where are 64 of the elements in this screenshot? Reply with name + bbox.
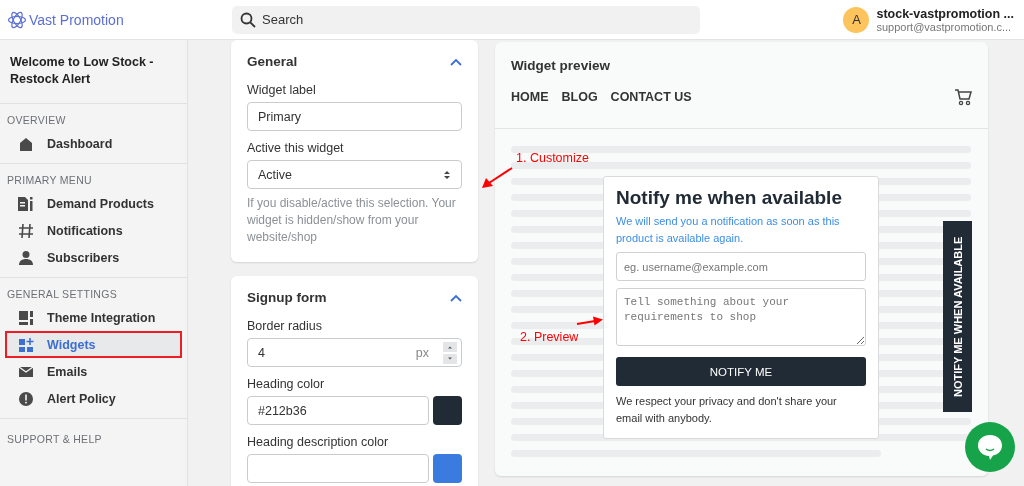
text-field[interactable]: Primary xyxy=(247,102,462,131)
sidebar-item[interactable]: Emails xyxy=(5,358,182,385)
widgets-icon xyxy=(17,336,35,353)
sidebar-item[interactable]: Notifications xyxy=(5,217,182,244)
field-label: Active this widget xyxy=(247,141,345,155)
message-field[interactable]: Tell something about your requirements to shop xyxy=(616,288,866,346)
collapse-button[interactable] xyxy=(450,57,462,66)
sidebar-item[interactable]: Subscribers xyxy=(5,244,182,271)
hash-icon xyxy=(17,222,35,239)
number-field[interactable]: 4 px xyxy=(247,338,462,367)
cart-icon[interactable] xyxy=(954,88,972,106)
annotation-text: 2. Preview xyxy=(520,330,579,344)
account-email: support@vastpromotion.c... xyxy=(876,20,1013,33)
document-icon xyxy=(17,195,35,212)
sidebar-item[interactable]: Demand Products xyxy=(5,190,182,217)
privacy-note: We respect your privacy and don't share your email with anybody. xyxy=(616,394,838,426)
field-label: Border radius xyxy=(247,319,324,333)
house-icon xyxy=(17,135,35,152)
field-label: Heading description color xyxy=(247,435,390,449)
updown-arrows-icon xyxy=(443,168,451,181)
nav-link[interactable]: CONTACT US xyxy=(610,90,692,104)
color-swatch[interactable] xyxy=(433,396,462,425)
person-icon xyxy=(17,249,35,266)
notify-button[interactable]: NOTIFY ME xyxy=(616,357,866,386)
unit-label: px xyxy=(415,345,429,360)
popup-title: Notify me when available xyxy=(616,187,843,209)
search-field[interactable]: Search xyxy=(232,5,700,34)
atom-logo-icon xyxy=(7,10,27,29)
logo-text: Vast Promotion xyxy=(29,11,124,28)
nav-link[interactable]: BLOG xyxy=(561,90,598,104)
chat-bubble-icon[interactable] xyxy=(965,422,1015,472)
help-text: If you disable/active this selection. Your widget is hidden/show from your website/shop xyxy=(247,195,457,246)
exclamation-icon xyxy=(17,390,35,407)
sidebar-item[interactable]: Alert Policy xyxy=(5,385,182,412)
card-title: Signup form xyxy=(247,290,327,305)
section-heading: PRIMARY MENU xyxy=(6,174,93,188)
card-title: Widget preview xyxy=(511,58,611,73)
sidebar-item[interactable]: Widgets xyxy=(5,331,182,358)
sidebar-item[interactable]: Theme Integration xyxy=(5,304,182,331)
stepper-icon xyxy=(443,341,457,364)
section-heading: GENERAL SETTINGS xyxy=(6,288,118,302)
layout-icon xyxy=(17,309,35,326)
email-field[interactable]: eg. username@example.com xyxy=(616,252,866,281)
nav-link[interactable]: HOME xyxy=(511,90,549,104)
color-field[interactable] xyxy=(247,454,429,483)
section-heading: OVERVIEW xyxy=(6,114,67,128)
select-field[interactable]: Active xyxy=(247,160,462,189)
arrow-icon xyxy=(480,166,514,190)
color-swatch[interactable] xyxy=(433,454,462,483)
account-name: stock-vastpromotion ... xyxy=(876,6,1014,21)
collapse-button[interactable] xyxy=(450,293,462,302)
avatar[interactable]: A xyxy=(843,6,870,33)
side-tab[interactable]: NOTIFY ME WHEN AVAILABLE xyxy=(943,221,972,412)
section-heading: SUPPORT & HELP xyxy=(6,433,103,447)
welcome-title: Welcome to Low Stock - Restock Alert xyxy=(10,54,155,88)
field-label: Widget label xyxy=(247,83,317,97)
color-field[interactable]: #212b36 xyxy=(247,396,429,425)
arrow-icon xyxy=(576,316,604,328)
popup-description: We will send you a notification as soon as this product is available again. xyxy=(616,214,841,246)
search-icon xyxy=(240,11,256,28)
card-title: General xyxy=(247,54,298,69)
sidebar-item[interactable]: Dashboard xyxy=(5,130,182,157)
field-label: Heading color xyxy=(247,377,326,391)
annotation-text: 1. Customize xyxy=(516,151,589,165)
